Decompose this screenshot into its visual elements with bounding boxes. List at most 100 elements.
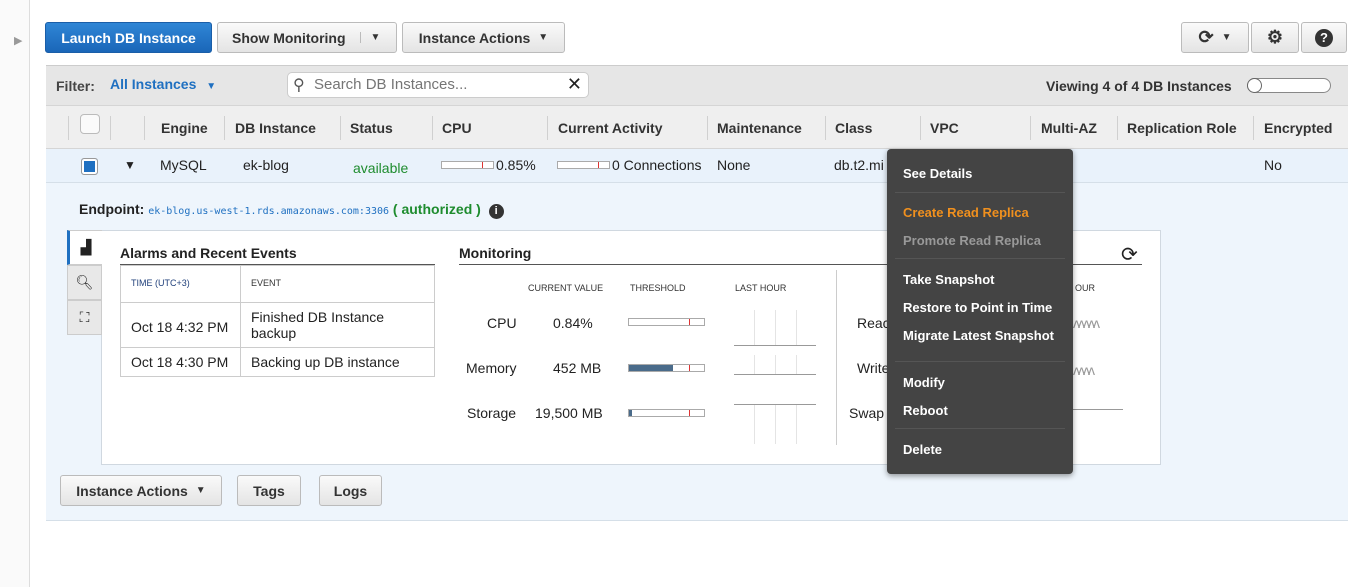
encrypted-cell: No — [1264, 157, 1282, 173]
col-last-hour: LAST HOUR — [735, 283, 787, 293]
col-threshold: THRESHOLD — [630, 283, 686, 293]
tab-search-icon[interactable]: 🔍︎ — [67, 265, 102, 300]
search-box[interactable]: ⚲ ✕ — [287, 72, 589, 98]
event-text: Backing up DB instance — [240, 347, 435, 377]
menu-migrate-latest-snapshot[interactable]: Migrate Latest Snapshot — [903, 328, 1054, 343]
metric-name: Reac — [857, 315, 890, 331]
expand-arrow-icon[interactable]: ▶ — [14, 34, 22, 47]
events-table: TIME (UTC+3) EVENT Oct 18 4:32 PM Finished… — [120, 265, 435, 377]
help-button[interactable]: ? — [1301, 22, 1347, 53]
table-row[interactable]: ▼ MySQL ek-blog available 0.85% 0 Connec… — [46, 149, 1348, 183]
col-status[interactable]: Status — [350, 120, 393, 136]
tab-hierarchy-icon[interactable]: ⛶ — [67, 300, 102, 335]
endpoint-auth: ( authorized ) — [392, 201, 481, 217]
menu-modify[interactable]: Modify — [903, 375, 945, 390]
sparkline: ᴧᴧᴧᴧᴧ — [1073, 315, 1100, 331]
gear-icon: ⚙ — [1266, 27, 1284, 47]
refresh-button[interactable]: ⟳ ▼ — [1181, 22, 1249, 53]
menu-create-read-replica[interactable]: Create Read Replica — [903, 205, 1029, 220]
col-replication-role[interactable]: Replication Role — [1127, 120, 1237, 136]
threshold-bar — [628, 318, 705, 326]
menu-see-details[interactable]: See Details — [903, 166, 972, 181]
metric-value: 452 MB — [553, 360, 602, 376]
side-gutter: ▶ — [0, 0, 30, 587]
help-icon: ? — [1315, 28, 1333, 47]
maintenance-cell: None — [717, 157, 751, 173]
sparkline — [734, 310, 816, 346]
metric-name: CPU — [487, 315, 517, 331]
status-cell: available — [353, 160, 409, 176]
menu-promote-read-replica: Promote Read Replica — [903, 233, 1041, 248]
slider-handle[interactable] — [1247, 78, 1262, 93]
refresh-monitoring-icon[interactable]: ⟳ — [1121, 242, 1138, 267]
search-icon: ⚲ — [293, 77, 305, 94]
info-icon[interactable]: i — [488, 204, 504, 219]
alarms-title: Alarms and Recent Events — [120, 245, 297, 261]
cpu-cell: 0.85% — [496, 157, 536, 173]
metric-value: 0.84% — [553, 315, 593, 331]
event-time: Oct 18 4:32 PM — [120, 302, 241, 348]
activity-cell: 0 Connections — [612, 157, 702, 173]
col-vpc[interactable]: VPC — [930, 120, 959, 136]
menu-delete[interactable]: Delete — [903, 442, 942, 457]
row-checkbox[interactable] — [81, 158, 98, 175]
show-monitoring-button[interactable]: Show Monitoring ▼ — [217, 22, 397, 53]
metric-name: Memory — [466, 360, 517, 376]
col-engine[interactable]: Engine — [161, 120, 208, 136]
instance-actions-label: Instance Actions — [418, 29, 531, 46]
endpoint-value[interactable]: ek-blog.us-west-1.rds.amazonaws.com:3306 — [148, 206, 389, 217]
metric-name: Swap — [849, 405, 885, 421]
tab-monitoring-icon[interactable]: ▟ — [67, 230, 102, 265]
sparkline: ᴧᴧᴧᴧ — [1073, 362, 1095, 378]
col-class[interactable]: Class — [835, 120, 872, 136]
col-last-hour-2: OUR — [1075, 283, 1095, 293]
engine-cell: MySQL — [160, 157, 207, 173]
event-time: Oct 18 4:30 PM — [120, 347, 241, 377]
filter-bar: Filter: All Instances ▼ ⚲ ✕ Viewing 4 of… — [46, 65, 1348, 105]
menu-take-snapshot[interactable]: Take Snapshot — [903, 272, 995, 287]
filter-value: All Instances — [110, 76, 197, 92]
menu-reboot[interactable]: Reboot — [903, 403, 948, 418]
class-cell: db.t2.mi — [834, 157, 884, 173]
view-slider[interactable] — [1247, 78, 1331, 93]
col-db-instance[interactable]: DB Instance — [235, 120, 316, 136]
event-row: Oct 18 4:32 PM Finished DB Instance backu… — [120, 302, 435, 348]
logs-button[interactable]: Logs — [319, 475, 382, 506]
tags-button[interactable]: Tags — [237, 475, 301, 506]
col-multi-az[interactable]: Multi-AZ — [1041, 120, 1097, 136]
settings-button[interactable]: ⚙ — [1251, 22, 1299, 53]
instance-actions-menu: See Details Create Read Replica Promote … — [887, 149, 1073, 474]
threshold-bar — [628, 364, 705, 372]
refresh-icon: ⟳ — [1198, 27, 1214, 47]
bottom-instance-actions-button[interactable]: Instance Actions ▼ — [60, 475, 222, 506]
table-header: Engine DB Instance Status CPU Current Ac… — [46, 105, 1348, 149]
col-event: EVENT — [251, 278, 282, 288]
sparkline — [734, 355, 816, 375]
col-time: TIME (UTC+3) — [131, 278, 190, 288]
select-all-checkbox[interactable] — [80, 114, 100, 134]
menu-restore-point-in-time[interactable]: Restore to Point in Time — [903, 300, 1052, 315]
search-input[interactable] — [312, 75, 552, 94]
show-monitoring-label: Show Monitoring — [232, 29, 346, 46]
threshold-bar — [628, 409, 705, 417]
instance-actions-label: Instance Actions — [76, 482, 188, 499]
event-text: Finished DB Instance backup — [240, 302, 435, 348]
col-cpu[interactable]: CPU — [442, 120, 472, 136]
event-row: Oct 18 4:30 PM Backing up DB instance — [120, 347, 435, 377]
col-encrypted[interactable]: Encrypted — [1264, 120, 1332, 136]
chevron-down-icon: ▼ — [206, 81, 217, 92]
col-current-value: CURRENT VALUE — [528, 283, 604, 293]
activity-bar — [557, 161, 610, 169]
clear-search-icon[interactable]: ✕ — [567, 74, 582, 95]
metric-name: Write — [857, 360, 890, 376]
chevron-down-icon: ▼ — [195, 485, 206, 496]
collapse-arrow-icon[interactable]: ▼ — [124, 158, 136, 172]
instance-actions-button[interactable]: Instance Actions ▼ — [402, 22, 565, 53]
col-current-activity[interactable]: Current Activity — [558, 120, 663, 136]
launch-db-instance-button[interactable]: Launch DB Instance — [45, 22, 212, 53]
filter-dropdown[interactable]: All Instances ▼ — [110, 76, 216, 92]
col-maintenance[interactable]: Maintenance — [717, 120, 802, 136]
metric-name: Storage — [467, 405, 517, 421]
chevron-down-icon[interactable]: ▼ — [359, 32, 380, 43]
chevron-down-icon[interactable]: ▼ — [1222, 32, 1232, 43]
